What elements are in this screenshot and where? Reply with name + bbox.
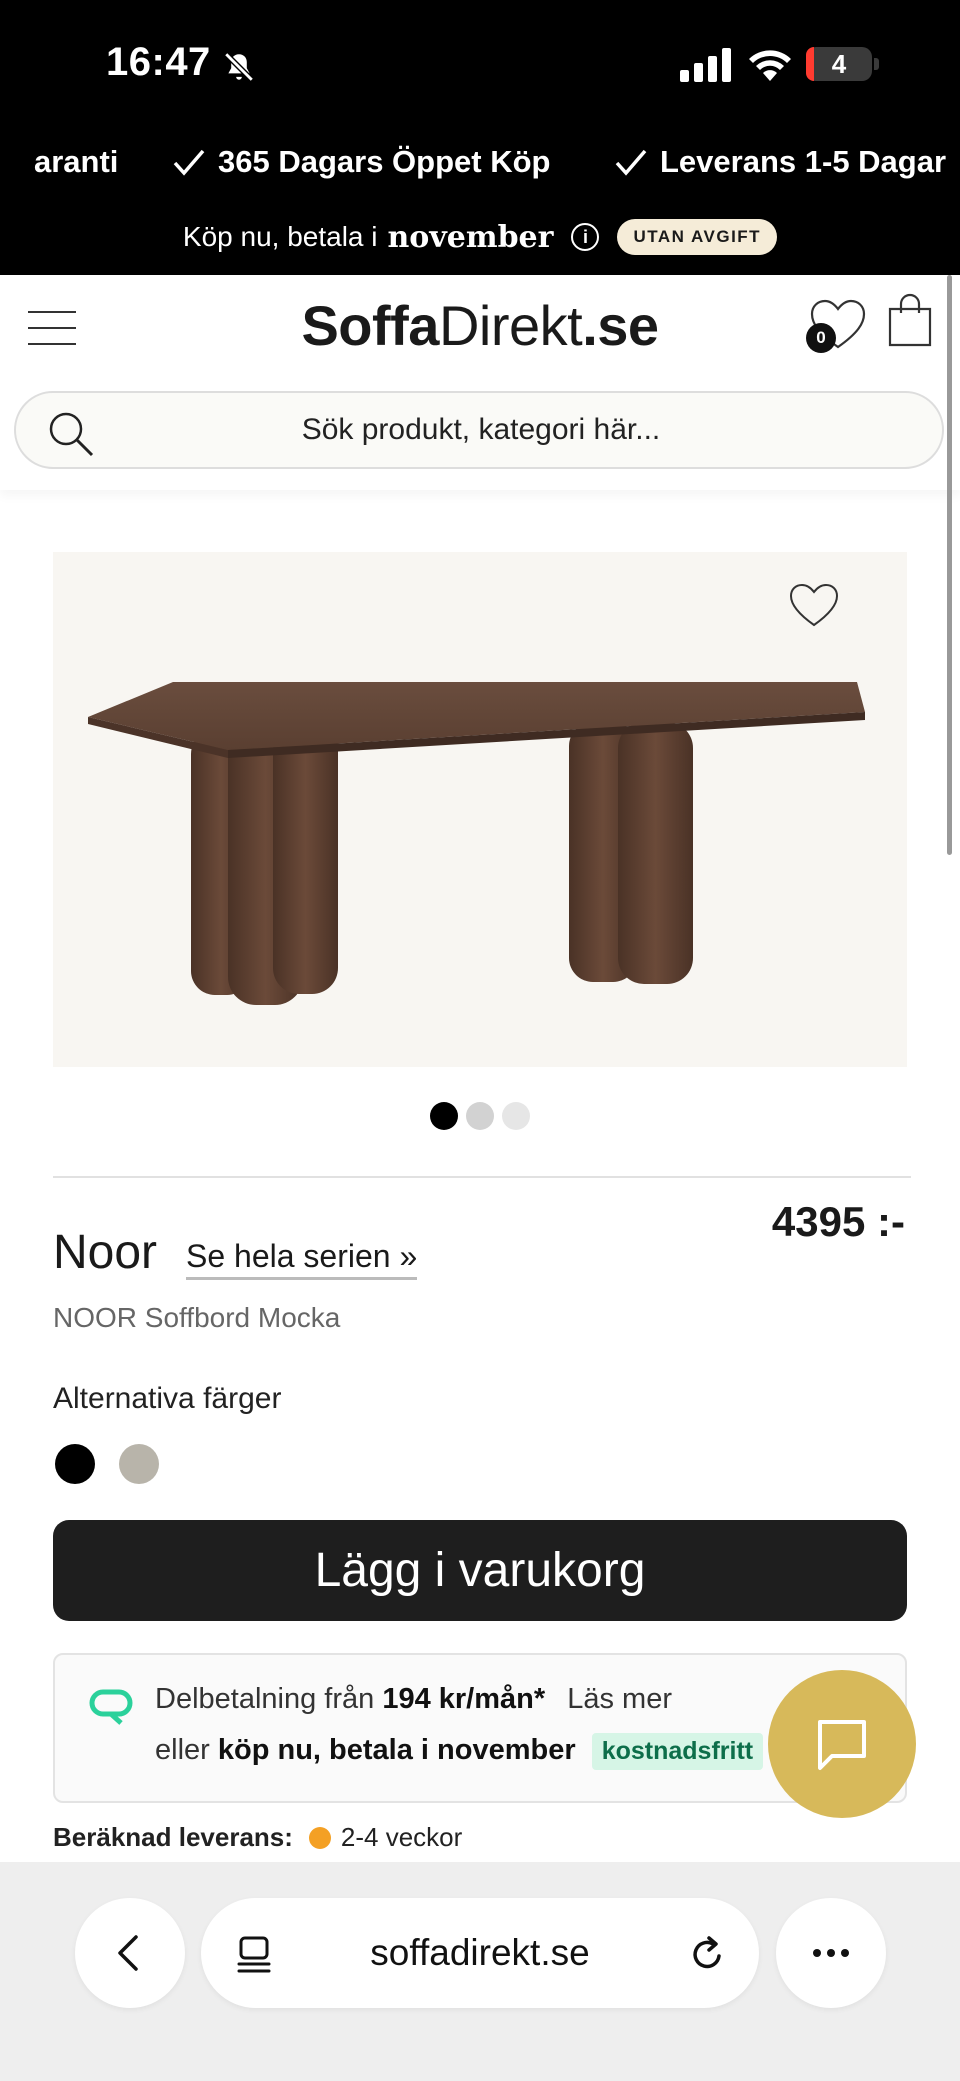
address-bar[interactable]: soffadirekt.se: [201, 1898, 759, 2008]
estimated-delivery: Beräknad leverans: 2-4 veckor: [53, 1822, 463, 1852]
battery-level: 4: [831, 49, 847, 79]
chevron-left-icon: [118, 1935, 138, 1971]
battery-icon: 4: [806, 47, 872, 81]
read-more-link[interactable]: Läs mer: [567, 1683, 672, 1715]
usp-marquee: aranti 365 Dagars Öppet Köp Leverans 1-5…: [0, 140, 960, 190]
pay-later-line: eller köp nu, betala i november kostnads…: [155, 1733, 764, 1770]
shopping-bag-icon[interactable]: [886, 293, 934, 349]
chat-button[interactable]: [768, 1670, 916, 1818]
payment-provider-icon: [89, 1689, 133, 1725]
wishlist-count-badge: 0: [806, 323, 836, 353]
status-bar: 16:47 4: [0, 0, 960, 130]
carousel-dot[interactable]: [466, 1102, 494, 1130]
product-subtitle: NOOR Soffbord Mocka: [53, 1302, 341, 1333]
info-icon[interactable]: i: [571, 223, 600, 251]
status-time: 16:47: [106, 40, 211, 84]
klarna-promo[interactable]: Köp nu, betala i november i UTAN AVGIFT: [0, 212, 960, 262]
product-title: Noor: [53, 1226, 158, 1279]
free-of-charge-tag: kostnadsfritt: [591, 1733, 764, 1770]
color-swatch-grey[interactable]: [119, 1444, 159, 1484]
more-dots-icon: [813, 1949, 849, 1957]
coffee-table-image: [88, 682, 865, 1005]
carousel-dot[interactable]: [430, 1102, 458, 1130]
add-to-cart-button[interactable]: Lägg i varukorg: [53, 1520, 907, 1621]
usp-item: Leverans 1-5 Dagar: [614, 144, 946, 180]
page-scrollbar[interactable]: [947, 275, 952, 855]
back-button[interactable]: [75, 1898, 185, 2008]
image-carousel-dots[interactable]: [0, 1102, 960, 1130]
product-price: 4395 :-: [771, 1198, 905, 1245]
site-header: SoffaDirekt.se 0 Sök produkt, kategori h…: [0, 275, 960, 490]
url-text[interactable]: soffadirekt.se: [201, 1898, 759, 2008]
reload-icon[interactable]: [689, 1934, 727, 1974]
check-icon: [173, 149, 205, 176]
cellular-signal-icon: [680, 48, 731, 82]
search-input[interactable]: Sök produkt, kategori här...: [16, 393, 946, 467]
bell-off-icon: [224, 52, 254, 82]
favorite-heart-icon[interactable]: [788, 582, 840, 630]
carousel-dot[interactable]: [502, 1102, 530, 1130]
installment-line: Delbetalning från 194 kr/mån* Läs mer: [155, 1683, 672, 1715]
delivery-status-dot: [308, 1826, 331, 1849]
usp-item: 365 Dagars Öppet Köp: [172, 144, 550, 180]
series-link[interactable]: Se hela serien »: [186, 1238, 418, 1280]
alt-colors-label: Alternativa färger: [53, 1382, 282, 1415]
wifi-icon: [749, 50, 791, 81]
search-bar[interactable]: Sök produkt, kategori här...: [14, 391, 944, 469]
browser-toolbar: soffadirekt.se: [0, 1862, 960, 2081]
check-icon: [615, 149, 647, 176]
no-fee-badge: UTAN AVGIFT: [617, 219, 778, 255]
more-options-button[interactable]: [776, 1898, 886, 2008]
top-black-area: 16:47 4 aranti 365 Dagars Öppet Köp Leve…: [0, 0, 960, 275]
color-swatch-black[interactable]: [55, 1444, 95, 1484]
product-image[interactable]: [53, 552, 907, 1067]
chat-bubble-icon: [818, 1720, 866, 1770]
divider: [53, 1176, 911, 1178]
usp-item: aranti: [34, 144, 119, 179]
